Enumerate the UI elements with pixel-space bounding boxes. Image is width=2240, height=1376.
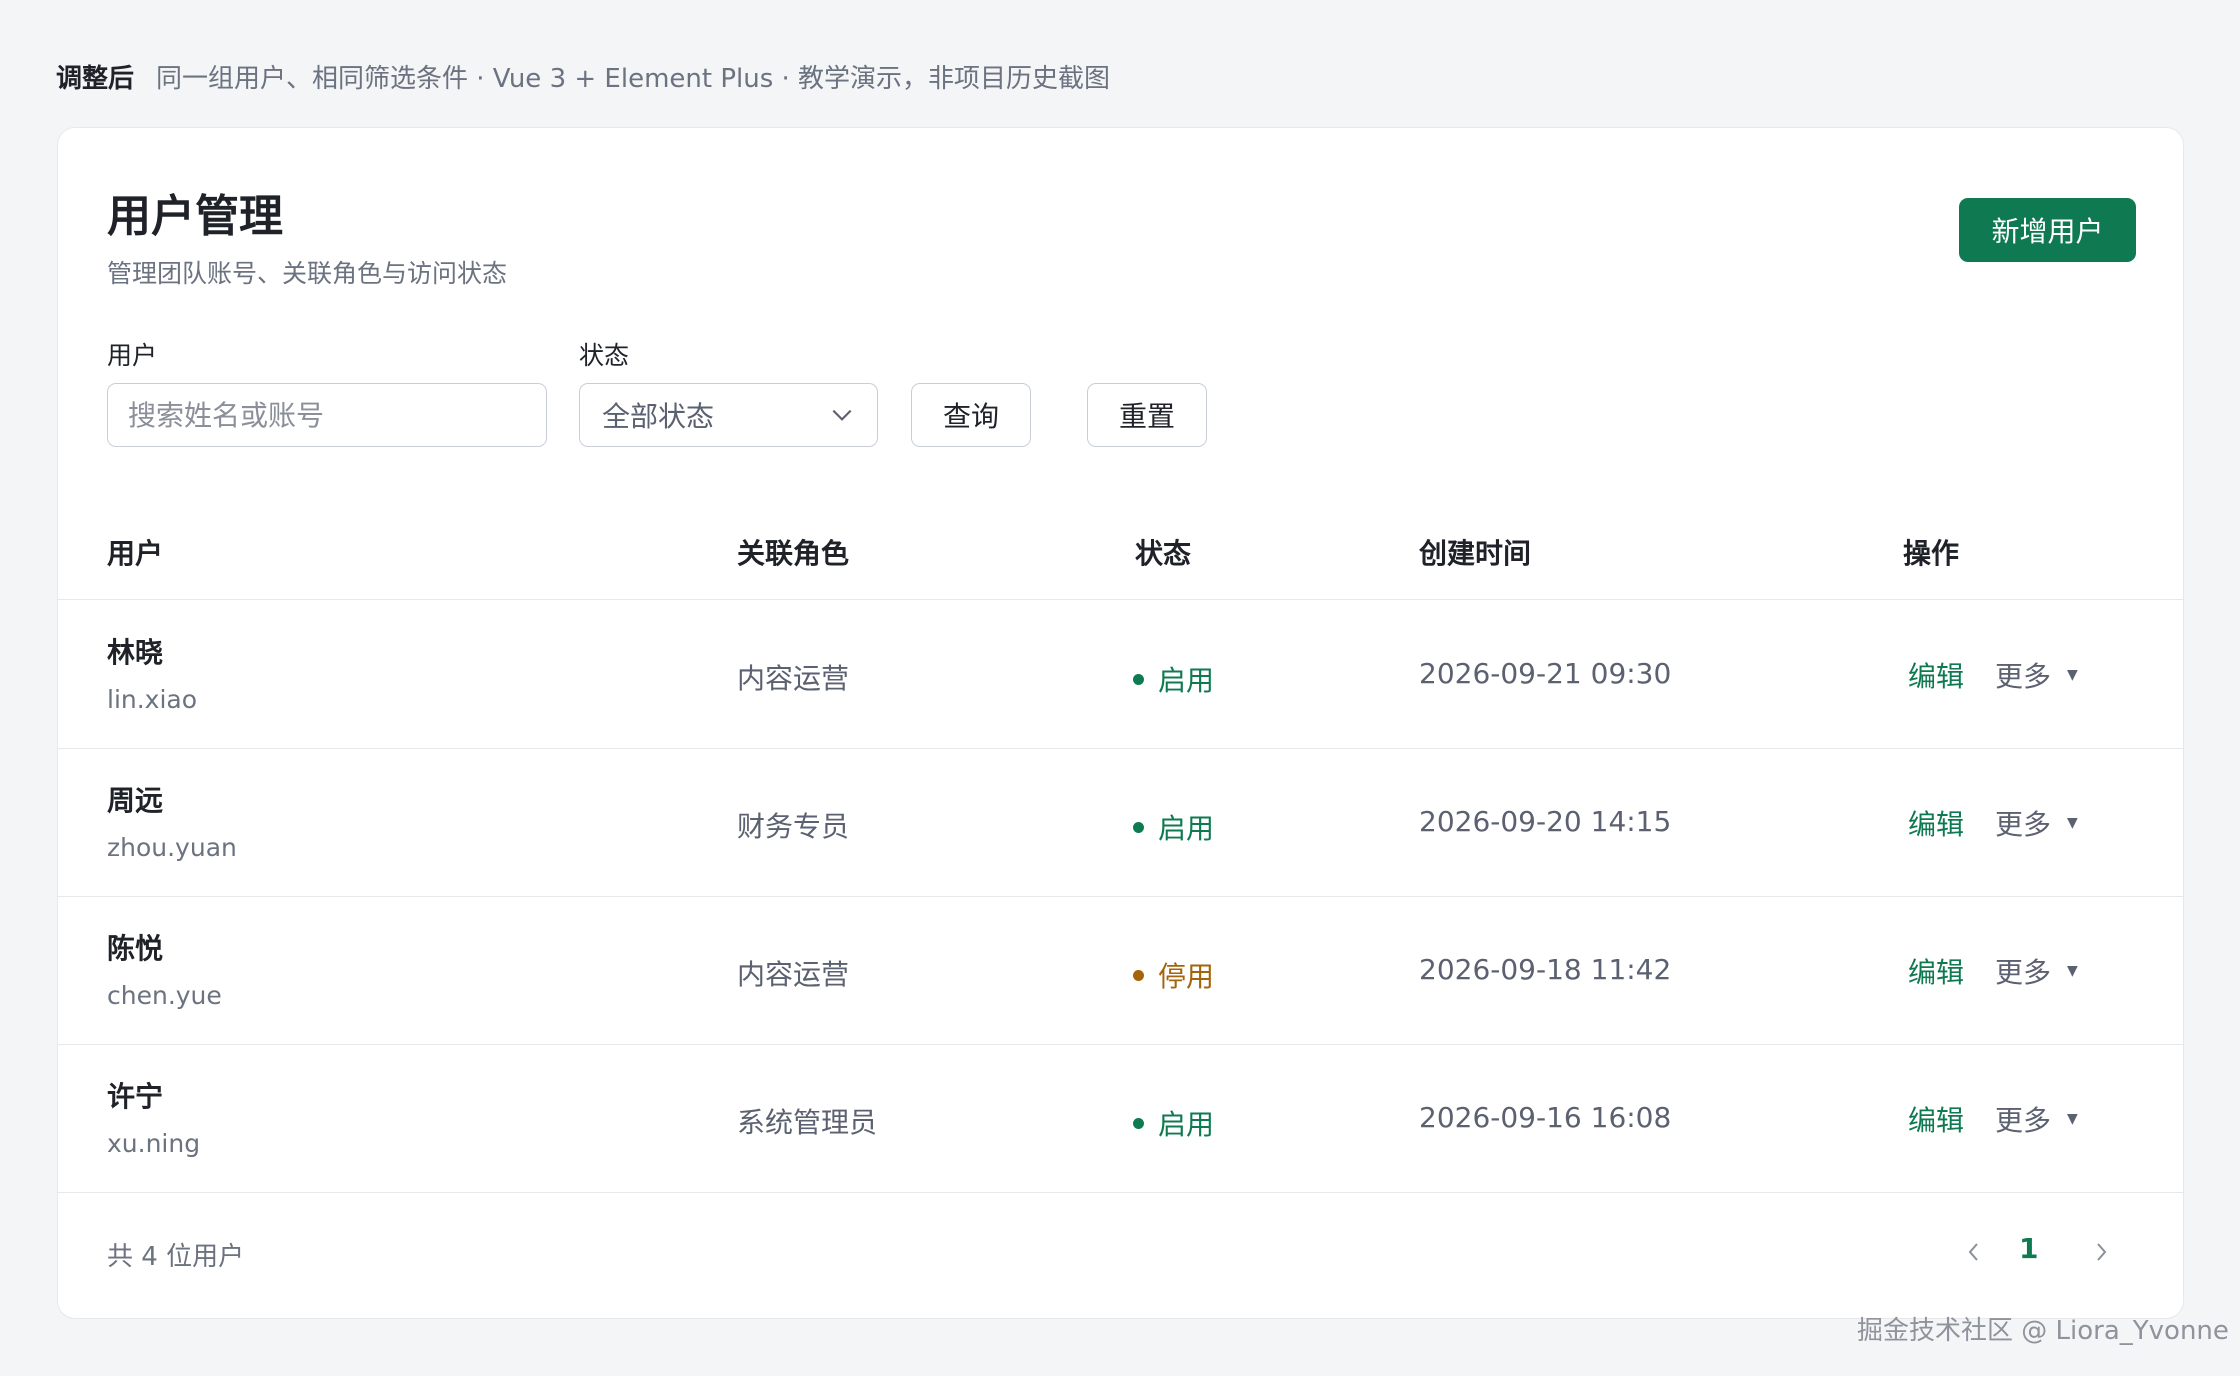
more-dropdown[interactable]: 更多 ▼ [1995, 655, 2078, 695]
more-dropdown[interactable]: 更多 ▼ [1995, 803, 2078, 843]
next-page-button[interactable] [2086, 1234, 2116, 1270]
chevron-left-icon [1968, 1243, 1978, 1261]
status-badge: 停用 [1133, 955, 1214, 995]
status-dot-icon [1133, 673, 1144, 685]
total-count: 共 4 位用户 [107, 1242, 245, 1272]
column-header-role: 关联角色 [737, 537, 850, 570]
status-dot-icon [1133, 969, 1144, 981]
edit-link[interactable]: 编辑 [1908, 951, 1964, 991]
status-badge: 启用 [1133, 1103, 1214, 1143]
caption-text: 同一组用户、相同筛选条件 · Vue 3 + Element Plus · 教学… [156, 64, 1111, 94]
more-label: 更多 [1995, 956, 2052, 989]
more-label: 更多 [1995, 808, 2052, 841]
user-account: lin.xiao [107, 685, 198, 714]
more-dropdown[interactable]: 更多 ▼ [1995, 951, 2078, 991]
page-number-current[interactable]: 1 [2019, 1232, 2038, 1265]
chevron-down-icon [832, 409, 852, 421]
reset-button[interactable]: 重置 [1087, 383, 1207, 447]
caret-down-icon: ▼ [2067, 1111, 2078, 1127]
user-role: 财务专员 [737, 810, 850, 843]
column-header-user: 用户 [107, 537, 164, 570]
page-title: 用户管理 [107, 191, 283, 242]
user-filter-label: 用户 [107, 341, 158, 370]
caption-label: 调整后 [56, 64, 135, 94]
add-user-button[interactable]: 新增用户 [1959, 198, 2136, 262]
status-text: 停用 [1158, 960, 1215, 993]
caret-down-icon: ▼ [2067, 667, 2078, 683]
user-account: xu.ning [107, 1129, 201, 1158]
edit-link[interactable]: 编辑 [1908, 803, 1964, 843]
chevron-right-icon [2097, 1243, 2107, 1261]
page-subtitle: 管理团队账号、关联角色与访问状态 [107, 259, 508, 288]
user-role: 内容运营 [737, 958, 850, 991]
created-time: 2026-09-20 14:15 [1419, 805, 1672, 838]
table-row: 林晓 lin.xiao 内容运营 启用 2026-09-21 09:30 编辑 … [58, 601, 2183, 749]
status-select[interactable]: 全部状态 [579, 383, 878, 447]
user-account: chen.yue [107, 981, 222, 1010]
status-filter-label: 状态 [579, 341, 630, 370]
column-header-created: 创建时间 [1419, 537, 1532, 570]
column-header-status: 状态 [1135, 537, 1192, 570]
status-text: 启用 [1158, 812, 1215, 845]
status-badge: 启用 [1133, 807, 1214, 847]
status-dot-icon [1133, 1117, 1144, 1129]
created-time: 2026-09-18 11:42 [1419, 953, 1672, 986]
status-text: 启用 [1158, 1108, 1215, 1141]
user-account: zhou.yuan [107, 833, 237, 862]
created-time: 2026-09-21 09:30 [1419, 657, 1672, 690]
page-caption: 调整后 同一组用户、相同筛选条件 · Vue 3 + Element Plus ·… [56, 58, 1110, 95]
status-select-value: 全部状态 [602, 400, 715, 433]
column-header-actions: 操作 [1903, 537, 1960, 570]
status-text: 启用 [1158, 664, 1215, 697]
caret-down-icon: ▼ [2067, 815, 2078, 831]
status-badge: 启用 [1133, 659, 1214, 699]
user-name: 许宁 [107, 1080, 164, 1113]
edit-link[interactable]: 编辑 [1908, 1099, 1964, 1139]
user-role: 系统管理员 [737, 1106, 878, 1139]
more-label: 更多 [1995, 660, 2052, 693]
more-label: 更多 [1995, 1104, 2052, 1137]
user-name: 林晓 [107, 636, 164, 669]
prev-page-button[interactable] [1959, 1234, 1989, 1270]
query-button[interactable]: 查询 [911, 383, 1031, 447]
more-dropdown[interactable]: 更多 ▼ [1995, 1099, 2078, 1139]
edit-link[interactable]: 编辑 [1908, 655, 1964, 695]
status-dot-icon [1133, 821, 1144, 833]
user-management-card: 用户管理 管理团队账号、关联角色与访问状态 新增用户 用户 状态 全部状态 查询… [57, 127, 2184, 1319]
user-search-input[interactable] [107, 383, 547, 447]
table-row: 陈悦 chen.yue 内容运营 停用 2026-09-18 11:42 编辑 … [58, 897, 2183, 1045]
table-header: 用户 关联角色 状态 创建时间 操作 [58, 512, 2183, 600]
user-name: 陈悦 [107, 932, 164, 965]
user-name: 周远 [107, 784, 164, 817]
user-role: 内容运营 [737, 662, 850, 695]
caret-down-icon: ▼ [2067, 963, 2078, 979]
table-row: 周远 zhou.yuan 财务专员 启用 2026-09-20 14:15 编辑… [58, 749, 2183, 897]
created-time: 2026-09-16 16:08 [1419, 1101, 1672, 1134]
table-row: 许宁 xu.ning 系统管理员 启用 2026-09-16 16:08 编辑 … [58, 1045, 2183, 1193]
watermark: 掘金技术社区 @ Liora_Yvonne [1857, 1316, 2229, 1346]
